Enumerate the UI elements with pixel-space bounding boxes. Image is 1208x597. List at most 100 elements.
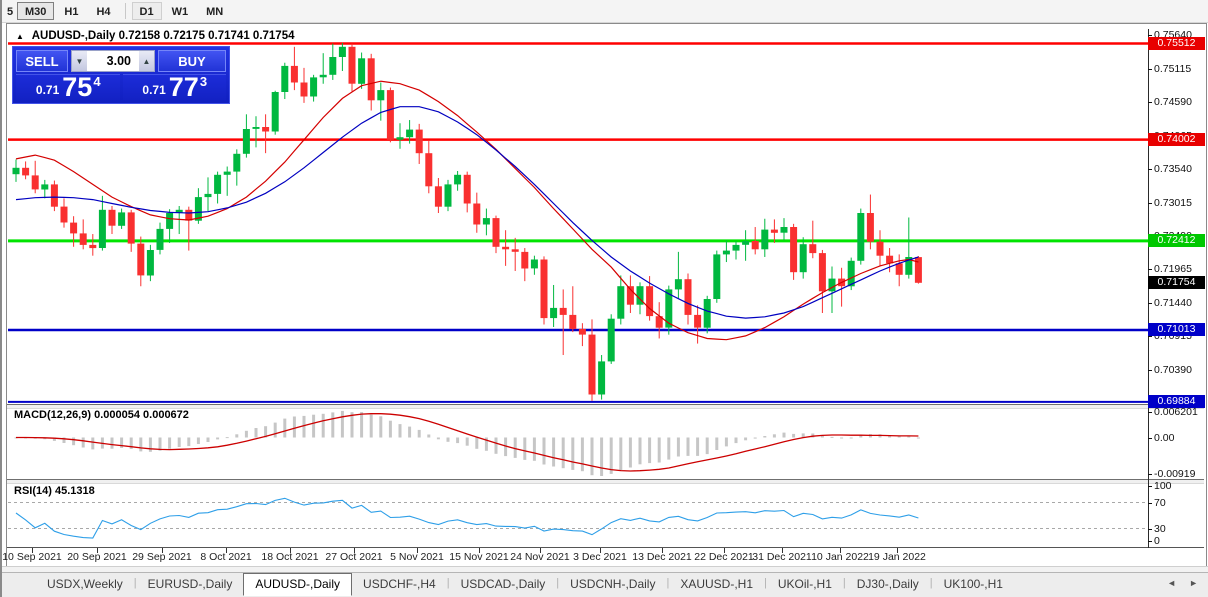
timeframe-button-mn[interactable]: MN bbox=[198, 2, 231, 20]
candle bbox=[214, 172, 221, 204]
candle bbox=[579, 323, 586, 346]
candle bbox=[205, 177, 212, 211]
volume-input[interactable]: 3.00 bbox=[87, 51, 139, 71]
candle bbox=[464, 172, 471, 213]
candle bbox=[531, 256, 538, 275]
price-level-badge-0.69884: 0.69884 bbox=[1148, 395, 1205, 408]
rsi-axis-label: 70 bbox=[1154, 497, 1166, 509]
buy-price[interactable]: 0.71 77 3 bbox=[123, 74, 227, 100]
date-axis-label: 22 Dec 2021 bbox=[694, 551, 754, 563]
tab-usdx-weekly[interactable]: USDX,Weekly bbox=[36, 574, 134, 594]
timeframe-button-h1[interactable]: H1 bbox=[56, 2, 86, 20]
macd-axis-label: -0.00919 bbox=[1154, 468, 1195, 480]
current-price-badge: 0.71754 bbox=[1148, 276, 1205, 289]
chart-symbol-period: AUDUSD-,Daily bbox=[32, 30, 116, 42]
timeframe-button-w1[interactable]: W1 bbox=[164, 2, 197, 20]
timeframe-button-5[interactable]: 5 bbox=[3, 2, 15, 20]
candle bbox=[761, 219, 768, 257]
candle bbox=[301, 68, 308, 103]
tab-scroll-left-icon[interactable]: ◄ bbox=[1167, 578, 1176, 588]
macd-axis-tick bbox=[1148, 438, 1152, 439]
price-axis-label: 0.73540 bbox=[1154, 163, 1192, 175]
tab-ukoil-h1[interactable]: UKOil-,H1 bbox=[767, 574, 843, 594]
volume-decrease-button[interactable]: ▼ bbox=[72, 51, 87, 71]
date-axis-label: 19 Jan 2022 bbox=[868, 551, 926, 563]
candle bbox=[742, 230, 749, 261]
price-axis-label: 0.71440 bbox=[1154, 297, 1192, 309]
candle bbox=[32, 161, 39, 193]
candle bbox=[704, 296, 711, 334]
rsi-label: RSI(14) 45.1318 bbox=[14, 485, 95, 497]
candle bbox=[329, 44, 336, 80]
rsi-axis-label: 100 bbox=[1154, 480, 1172, 492]
price-axis-tick bbox=[1148, 303, 1152, 304]
date-axis-label: 10 Jan 2022 bbox=[811, 551, 869, 563]
candle bbox=[905, 217, 912, 278]
rsi-axis-label: 30 bbox=[1154, 523, 1166, 535]
tab-audusd-daily[interactable]: AUDUSD-,Daily bbox=[243, 573, 352, 596]
buy-button[interactable]: BUY bbox=[158, 50, 226, 72]
candle bbox=[416, 124, 423, 164]
tab-usdcad-daily[interactable]: USDCAD-,Daily bbox=[450, 574, 557, 594]
candle bbox=[291, 47, 298, 90]
timeframe-toolbar: 5M30H1H4 D1W1MN bbox=[2, 0, 1208, 23]
price-axis-label: 0.73015 bbox=[1154, 197, 1192, 209]
price-axis-label: 0.75115 bbox=[1154, 63, 1191, 75]
date-axis-label: 8 Oct 2021 bbox=[200, 551, 251, 563]
candle bbox=[723, 240, 730, 262]
candle bbox=[617, 275, 624, 324]
candle bbox=[368, 54, 375, 111]
candle bbox=[147, 245, 154, 281]
tab-usdchf-h4[interactable]: USDCHF-,H4 bbox=[352, 574, 447, 594]
tab-scroll-right-icon[interactable]: ► bbox=[1189, 578, 1198, 588]
timeframe-button-m30[interactable]: M30 bbox=[17, 2, 54, 20]
candle bbox=[166, 209, 173, 243]
tab-uk100-h1[interactable]: UK100-,H1 bbox=[933, 574, 1014, 594]
trade-panel-price-row: 0.71 75 4 0.71 77 3 bbox=[16, 74, 226, 100]
tab-usdcnh-daily[interactable]: USDCNH-,Daily bbox=[559, 574, 666, 594]
sell-button[interactable]: SELL bbox=[16, 50, 68, 72]
candle bbox=[589, 319, 596, 401]
rsi-axis-tick bbox=[1148, 503, 1152, 504]
candle bbox=[502, 230, 509, 266]
volume-increase-button[interactable]: ▲ bbox=[139, 51, 154, 71]
candle bbox=[627, 275, 634, 313]
macd-label: MACD(12,26,9) 0.000054 0.000672 bbox=[14, 409, 189, 421]
candle bbox=[435, 178, 442, 213]
candle bbox=[109, 206, 116, 234]
symbol-arrow-icon: ▲ bbox=[16, 32, 24, 41]
timeframe-button-d1[interactable]: D1 bbox=[132, 2, 162, 20]
candle bbox=[857, 209, 864, 265]
candle bbox=[80, 219, 87, 249]
macd-axis-tick bbox=[1148, 474, 1152, 475]
candle bbox=[800, 237, 807, 278]
candle bbox=[61, 198, 68, 227]
tab-xauusd-h1[interactable]: XAUUSD-,H1 bbox=[669, 574, 764, 594]
tab-dj30-daily[interactable]: DJ30-,Daily bbox=[846, 574, 930, 594]
candle bbox=[41, 180, 48, 198]
candle bbox=[608, 314, 615, 364]
buy-price-big: 77 bbox=[169, 74, 199, 100]
candle bbox=[387, 88, 394, 143]
price-level-badge-0.72412: 0.72412 bbox=[1148, 234, 1205, 247]
candle bbox=[281, 63, 288, 99]
chart-tab-bar: USDX,Weekly|EURUSD-,DailyAUDUSD-,DailyUS… bbox=[2, 572, 1208, 597]
price-axis-tick bbox=[1148, 69, 1152, 70]
candle bbox=[713, 251, 720, 303]
candle bbox=[521, 248, 528, 281]
candle bbox=[349, 44, 356, 92]
rsi-pane[interactable] bbox=[8, 483, 1148, 547]
candle bbox=[454, 171, 461, 191]
date-axis-label: 5 Nov 2021 bbox=[390, 551, 444, 563]
axis-separator bbox=[7, 547, 1204, 548]
candle bbox=[272, 91, 279, 135]
price-axis-tick bbox=[1148, 169, 1152, 170]
sell-price[interactable]: 0.71 75 4 bbox=[16, 74, 120, 100]
timeframe-button-h4[interactable]: H4 bbox=[88, 2, 118, 20]
tab-eurusd-daily[interactable]: EURUSD-,Daily bbox=[137, 574, 244, 594]
candle bbox=[128, 210, 135, 252]
mt4-terminal: 5M30H1H4D1W1MN ▲ AUDUSD-,Daily 0.72158 0… bbox=[0, 0, 1208, 597]
candle bbox=[877, 230, 884, 266]
candle bbox=[829, 267, 836, 313]
date-axis-label: 24 Nov 2021 bbox=[510, 551, 570, 563]
